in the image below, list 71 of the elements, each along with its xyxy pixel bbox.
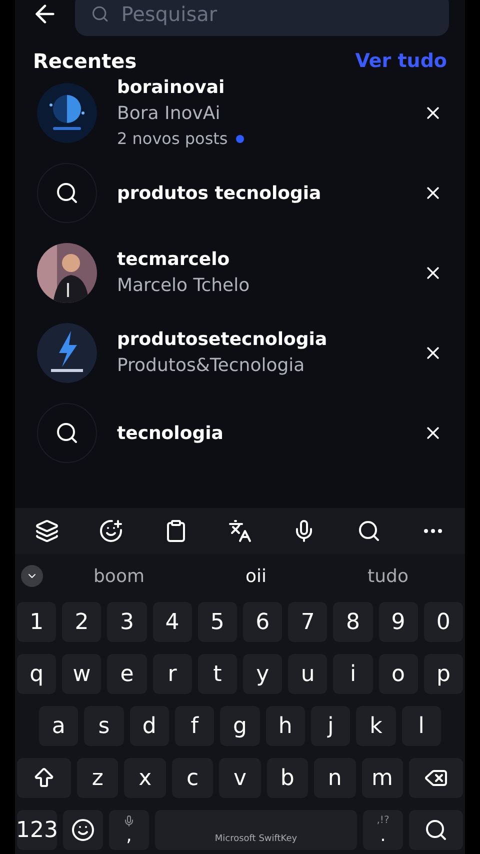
key[interactable]: 8 — [333, 602, 373, 642]
key[interactable]: p — [424, 654, 464, 694]
key[interactable]: m — [362, 758, 403, 798]
key[interactable]: u — [288, 654, 328, 694]
comma-key[interactable]: , — [109, 810, 149, 850]
key[interactable]: c — [172, 758, 214, 798]
search-icon — [424, 818, 448, 842]
username[interactable]: tecmarcelo — [117, 247, 403, 273]
key[interactable]: j — [310, 706, 350, 746]
numbers-key[interactable]: 123 — [17, 810, 57, 850]
search-query[interactable]: tecnologia — [117, 420, 403, 446]
shift-key[interactable] — [17, 758, 71, 798]
search-key[interactable] — [409, 810, 463, 850]
key[interactable]: y — [243, 654, 282, 694]
key[interactable]: b — [266, 758, 308, 798]
key[interactable]: r — [152, 654, 192, 694]
period-key[interactable]: ,!? . — [363, 810, 403, 850]
sticker-icon[interactable] — [99, 519, 124, 543]
emoji-key[interactable] — [63, 810, 103, 850]
key[interactable]: 3 — [107, 602, 147, 642]
display-name: Marcelo Tchelo — [117, 274, 251, 298]
section-title: Recentes — [33, 48, 137, 75]
key[interactable]: 7 — [288, 602, 328, 642]
key[interactable]: 6 — [243, 602, 282, 642]
key[interactable]: n — [314, 758, 356, 798]
key[interactable]: e — [107, 654, 147, 694]
word-suggestion[interactable]: oii — [246, 562, 267, 590]
key[interactable]: d — [130, 706, 169, 746]
search-icon[interactable] — [356, 519, 381, 543]
collapse-button[interactable] — [21, 565, 43, 587]
key[interactable]: t — [198, 654, 238, 694]
translate-icon[interactable] — [228, 519, 252, 543]
new-posts-note: 2 novos posts — [117, 128, 228, 150]
space-key[interactable]: Microsoft SwiftKey — [155, 810, 357, 850]
key[interactable]: k — [356, 706, 396, 746]
key[interactable]: 9 — [378, 602, 418, 642]
search-field[interactable]: Pesquisar — [75, 0, 449, 36]
search-input[interactable]: Pesquisar — [121, 0, 433, 29]
key[interactable]: 1 — [17, 602, 56, 642]
key[interactable]: g — [220, 706, 260, 746]
key[interactable]: a — [39, 706, 78, 746]
shift-icon — [32, 766, 56, 790]
key[interactable]: z — [77, 758, 118, 798]
key[interactable]: v — [219, 758, 261, 798]
backspace-key[interactable] — [408, 758, 463, 798]
display-name: Produtos&Tecnologia — [117, 354, 306, 378]
key[interactable]: q — [17, 654, 56, 694]
punctuation-hint: ,!? — [376, 815, 390, 827]
word-suggestion[interactable]: boom — [94, 562, 144, 590]
key[interactable]: w — [62, 654, 102, 694]
key[interactable]: 2 — [62, 602, 102, 642]
key[interactable]: 5 — [198, 602, 238, 642]
see-all-link[interactable]: Ver tudo — [355, 46, 447, 76]
search-query[interactable]: produtos tecnologia — [117, 180, 403, 206]
key[interactable]: x — [124, 758, 166, 798]
key[interactable]: l — [402, 706, 441, 746]
key[interactable]: s — [84, 706, 124, 746]
key[interactable]: 4 — [152, 602, 192, 642]
key[interactable]: f — [174, 706, 214, 746]
username[interactable]: produtosetecnologia — [117, 327, 403, 353]
word-suggestion[interactable]: tudo — [368, 562, 408, 590]
display-name: Bora InovAi — [117, 102, 222, 126]
key[interactable]: 0 — [424, 602, 464, 642]
key[interactable]: i — [333, 654, 373, 694]
key[interactable]: o — [378, 654, 418, 694]
microphone-icon — [123, 815, 135, 827]
search-icon — [91, 4, 110, 24]
username[interactable]: borainovai — [117, 75, 403, 101]
emoji-icon — [71, 818, 95, 842]
key[interactable]: h — [266, 706, 305, 746]
layers-icon[interactable] — [35, 519, 60, 543]
